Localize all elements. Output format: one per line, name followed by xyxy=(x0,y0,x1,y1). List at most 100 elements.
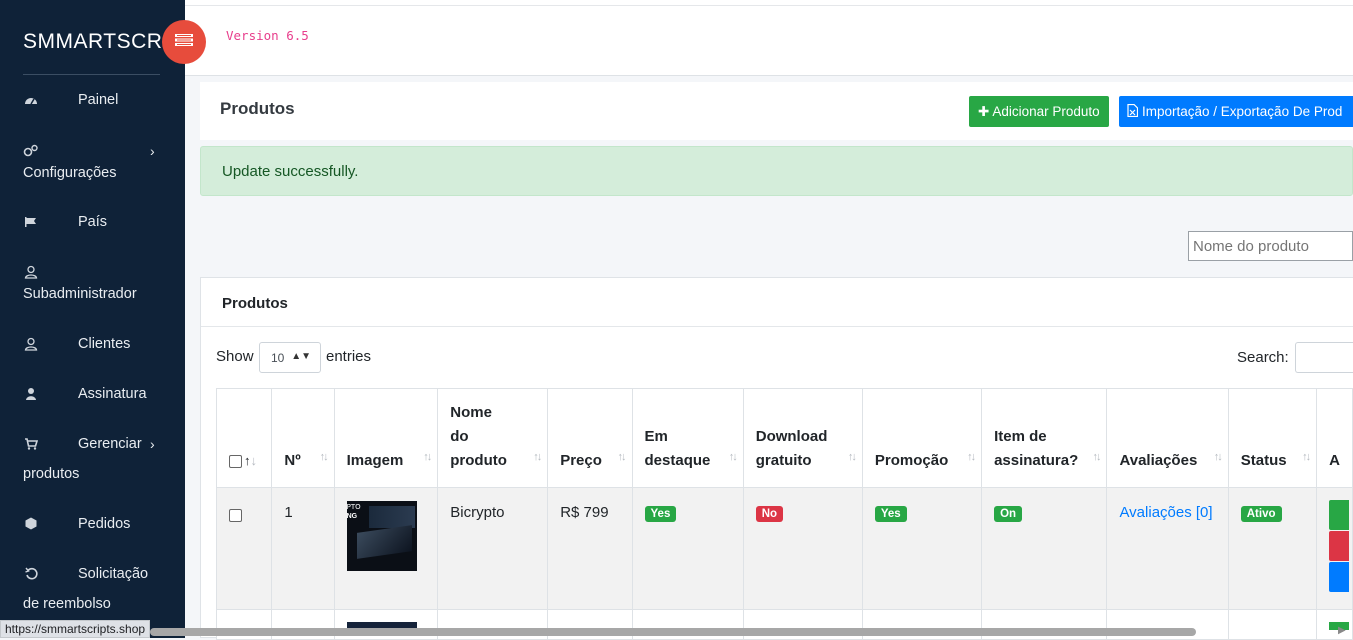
col-status[interactable]: Status ↑↓ xyxy=(1227,388,1318,488)
product-thumbnail[interactable]: PTO NG xyxy=(346,501,417,571)
add-product-label: Adicionar Produto xyxy=(992,104,1100,119)
col-free-line1: Download xyxy=(755,428,828,445)
col-subscription-item[interactable]: Item de assinatura? ↑↓ xyxy=(981,388,1108,488)
sort-icon: ↑↓ xyxy=(1213,451,1223,463)
col-product-name[interactable]: Nome do produto ↑↓ xyxy=(437,388,549,488)
row-subscription-cell: On xyxy=(981,487,1108,610)
entries-per-page-select[interactable]: 10 ▲▼ xyxy=(259,342,321,373)
card-title: Produtos xyxy=(222,295,288,312)
table-search-input[interactable] xyxy=(1295,342,1353,373)
status-badge: Ativo xyxy=(1240,506,1282,522)
browser-status-url: https://smmartscripts.shop xyxy=(0,620,151,638)
row-image-cell: PTO NG xyxy=(333,487,439,610)
col-select[interactable]: ↑↓ xyxy=(215,388,273,488)
sort-icon: ↑↓ xyxy=(728,451,738,463)
alert-message: Update successfully. xyxy=(222,163,359,180)
col-free-download[interactable]: Download gratuito ↑↓ xyxy=(742,388,863,488)
view-button[interactable] xyxy=(1329,562,1350,592)
thumbnail-device xyxy=(356,525,412,559)
sidebar-item-label: Pedidos xyxy=(78,516,131,532)
products-table: ↑↓ Nº ↑↓ Imagem ↑↓ Nome do produto ↑↓ Preç… xyxy=(215,388,1353,640)
sidebar-toggle-button[interactable] xyxy=(162,20,206,64)
col-free-line2: gratuito xyxy=(755,452,812,469)
col-sub-line1: Item de xyxy=(994,428,1047,445)
sidebar-item-label: Subadministrador xyxy=(23,286,137,302)
sidebar-item-label: Gerenciar xyxy=(78,436,142,452)
subscription-badge: On xyxy=(994,506,1023,522)
sidebar: SMMARTSCRI Painel › Configurações País S… xyxy=(0,0,185,638)
edit-button[interactable] xyxy=(1329,500,1350,530)
show-label: Show xyxy=(216,348,254,365)
free-download-badge: No xyxy=(755,506,784,522)
col-featured-line1: Em xyxy=(644,428,668,445)
sidebar-item-label: Assinatura xyxy=(78,386,147,402)
cube-icon xyxy=(23,517,39,533)
sort-icon: ↑↓ xyxy=(1092,451,1101,463)
product-name-filter-input[interactable] xyxy=(1188,231,1353,261)
page-title: Produtos xyxy=(220,99,295,118)
select-all-checkbox[interactable] xyxy=(229,454,242,468)
col-actions-label: A xyxy=(1329,452,1340,469)
col-promotion[interactable]: Promoção ↑↓ xyxy=(861,388,983,488)
delete-button[interactable] xyxy=(1329,531,1350,561)
row-cell xyxy=(1227,609,1318,640)
horizontal-scrollbar[interactable] xyxy=(150,628,1196,636)
thumbnail-text-2: NG xyxy=(346,513,358,520)
col-featured[interactable]: Em destaque ↑↓ xyxy=(631,388,744,488)
row-price: R$ 799 xyxy=(547,487,633,610)
dashboard-icon xyxy=(23,94,39,109)
col-price-label: Preço xyxy=(560,452,602,469)
user-icon xyxy=(23,387,39,404)
sort-icon: ↑↓ xyxy=(1302,451,1311,463)
row-select-cell xyxy=(215,487,273,610)
col-image-label: Imagem xyxy=(346,452,404,469)
brand-divider xyxy=(23,74,160,75)
cart-icon xyxy=(23,438,39,453)
entries-label: entries xyxy=(326,348,372,365)
add-product-button[interactable]: ✚ Adicionar Produto xyxy=(969,96,1109,127)
select-arrows-icon: ▲▼ xyxy=(291,351,311,362)
col-reviews[interactable]: Avaliações ↑↓ xyxy=(1106,388,1229,488)
row-product-name: Bicrypto xyxy=(437,487,549,610)
table-header-row: ↑↓ Nº ↑↓ Imagem ↑↓ Nome do produto ↑↓ Preç… xyxy=(215,388,1353,488)
featured-badge: Yes xyxy=(644,506,677,522)
sidebar-item-label-cont: de reembolso xyxy=(23,596,111,612)
col-price[interactable]: Preço ↑↓ xyxy=(547,388,633,488)
scroll-right-arrow-icon[interactable]: ▶ xyxy=(1338,625,1346,636)
sidebar-item-label: Solicitação xyxy=(78,566,149,582)
entries-value: 10 xyxy=(271,351,285,365)
table-row: 1 PTO NG Bicrypto R$ 799 Yes No Yes On A… xyxy=(215,487,1353,610)
col-actions[interactable]: A xyxy=(1316,388,1353,488)
sidebar-item-label: País xyxy=(78,214,108,230)
version-label: Version 6.5 xyxy=(226,28,309,43)
sort-icon: ↑↓ xyxy=(533,451,542,463)
col-name-line3: produto xyxy=(450,452,507,469)
row-status-cell: Ativo xyxy=(1227,487,1318,610)
sort-icon: ↑↓ xyxy=(423,451,432,463)
import-export-button[interactable]: Importação / Exportação De Prod xyxy=(1119,96,1353,127)
sort-icon: ↑↓ xyxy=(847,451,857,463)
sort-desc-icon: ↓ xyxy=(250,453,258,468)
sort-icon: ↑↓ xyxy=(617,451,627,463)
brand-logo[interactable]: SMMARTSCRI xyxy=(23,30,169,54)
success-alert: Update successfully. xyxy=(200,146,1353,196)
row-cell xyxy=(1316,609,1353,640)
import-export-label: Importação / Exportação De Prod xyxy=(1142,104,1343,119)
col-reviews-label: Avaliações xyxy=(1119,452,1198,469)
row-number: 1 xyxy=(271,487,335,610)
user-outline-icon xyxy=(23,337,39,354)
col-name-line1: Nome xyxy=(450,404,492,421)
col-featured-line2: destaque xyxy=(644,452,711,469)
promotion-badge: Yes xyxy=(874,506,907,522)
reviews-link[interactable]: Avaliações [0] xyxy=(1119,504,1212,521)
col-status-label: Status xyxy=(1240,452,1287,469)
sidebar-item-label: Configurações xyxy=(23,165,117,181)
col-image[interactable]: Imagem ↑↓ xyxy=(333,388,439,488)
sort-icon: ↑↓ xyxy=(319,451,329,463)
row-checkbox[interactable] xyxy=(229,508,242,522)
col-number[interactable]: Nº ↑↓ xyxy=(271,388,335,488)
row-promotion-cell: Yes xyxy=(861,487,983,610)
card-header: Produtos xyxy=(201,278,1353,327)
row-free-download-cell: No xyxy=(742,487,863,610)
sort-icon: ↑↓ xyxy=(967,451,976,463)
